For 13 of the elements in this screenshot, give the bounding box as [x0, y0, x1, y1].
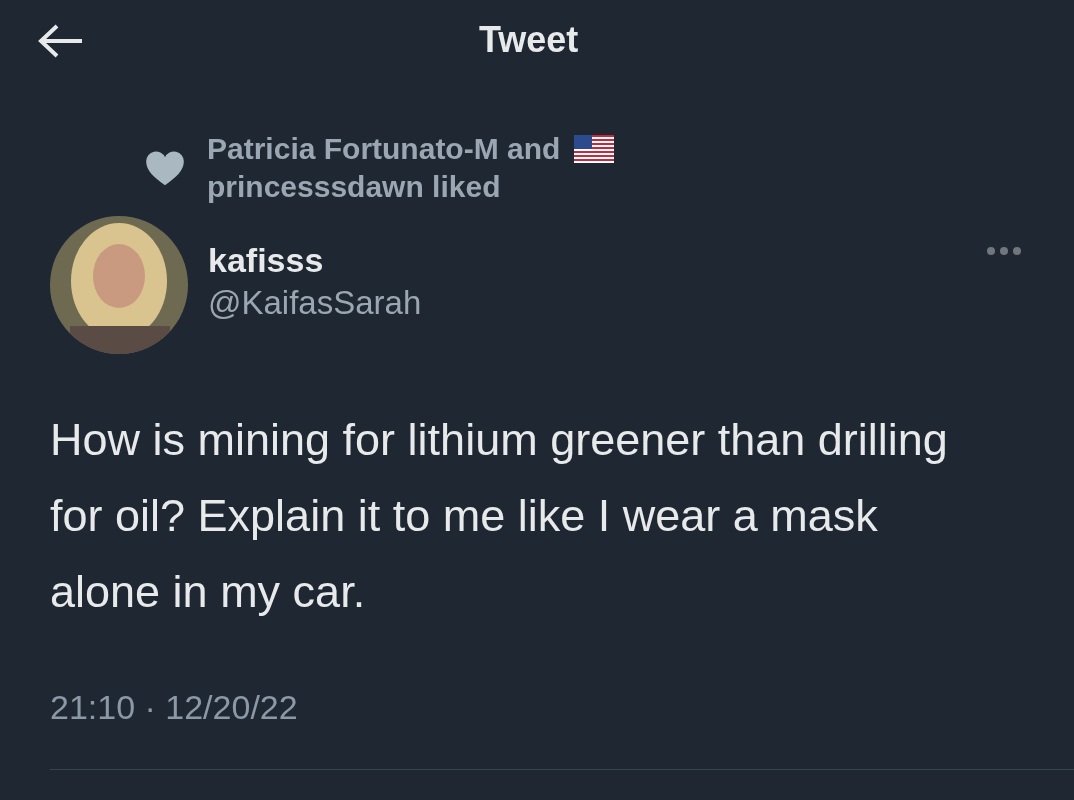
- flag-icon: [574, 135, 615, 163]
- heart-icon: [145, 150, 185, 186]
- tweet-text: How is mining for lithium greener than drilling for oil? Explain it to me like I wear a mask alone in my car.: [50, 413, 949, 619]
- page-title: Tweet: [479, 19, 579, 61]
- more-icon: [986, 246, 1022, 256]
- timestamp[interactable]: 21:10 · 12/20/22: [50, 688, 1074, 727]
- back-button[interactable]: [38, 24, 84, 58]
- more-button[interactable]: [986, 246, 1022, 256]
- social-context-text: Patricia Fortunato-M and: [207, 131, 561, 167]
- author-name[interactable]: kafisss: [208, 240, 422, 280]
- back-arrow-icon: [38, 24, 84, 58]
- author-handle[interactable]: @KaifasSarah: [208, 283, 422, 322]
- social-context-text: princesssdawn liked: [207, 169, 502, 205]
